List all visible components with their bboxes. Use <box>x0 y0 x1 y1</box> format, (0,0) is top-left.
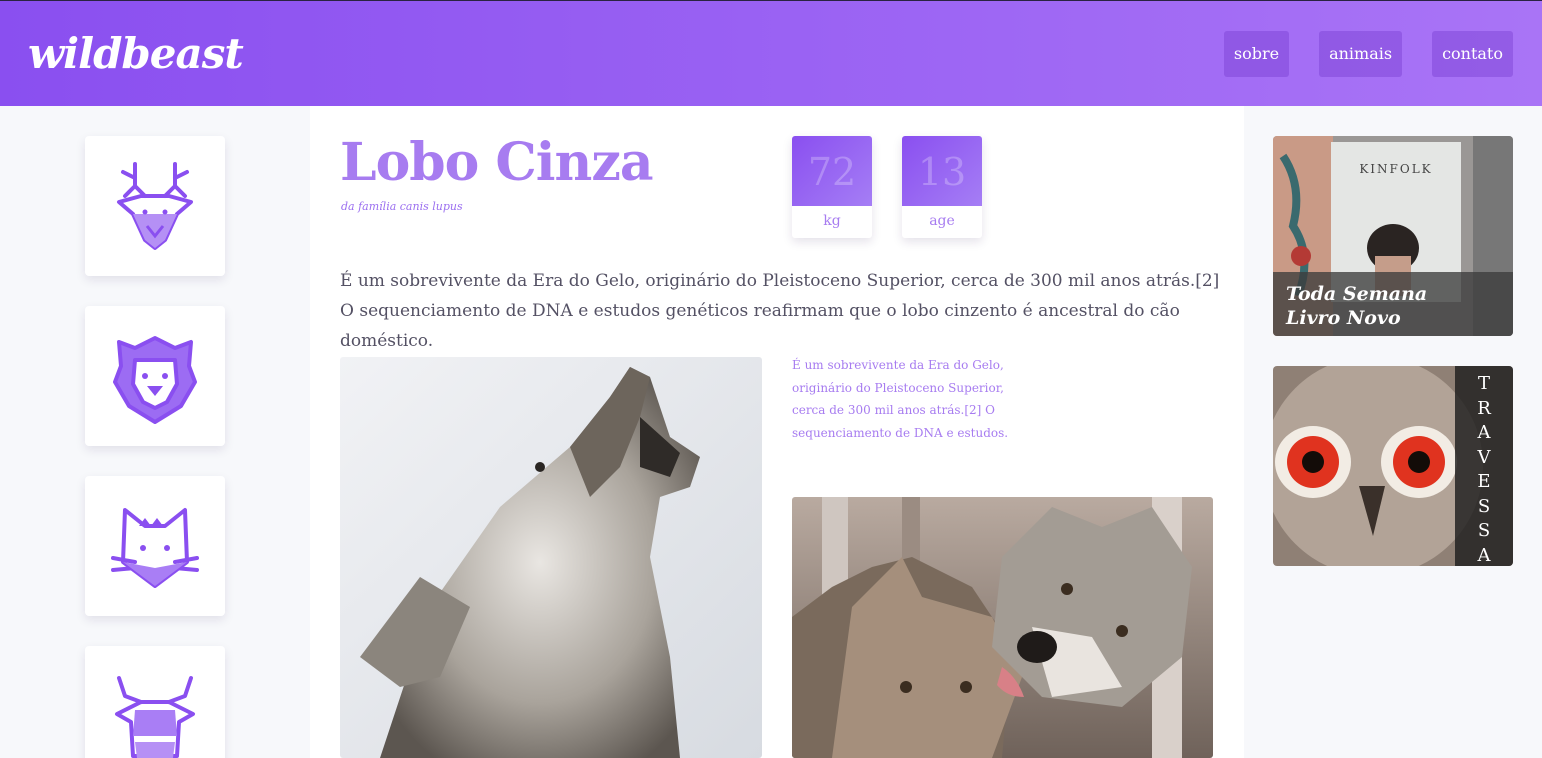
wolves-pair-photo <box>792 497 1213 758</box>
travessa-letter: A <box>1477 544 1491 566</box>
lion-icon <box>113 336 197 424</box>
stat-age-label: age <box>929 213 955 229</box>
animal-card-bull[interactable] <box>85 646 225 758</box>
animal-sidebar <box>0 106 310 758</box>
ad-travessa[interactable]: T R A V E S S A <box>1273 366 1513 566</box>
ads-sidebar: KINFOLK Toda Semana Livro Novo T R A V E… <box>1244 106 1542 758</box>
stat-age-value: 13 <box>902 136 982 206</box>
animal-description: É um sobrevivente da Era do Gelo, origin… <box>340 271 1220 351</box>
travessa-letter: V <box>1477 446 1491 468</box>
stat-age: 13 age <box>902 136 982 238</box>
travessa-letter: T <box>1477 373 1490 394</box>
ad-kinfolk-line2: Livro Novo <box>1286 307 1401 329</box>
stat-weight-value: 72 <box>792 136 872 206</box>
nav-contato[interactable]: contato <box>1432 31 1513 77</box>
ad-travessa-strip: T R A V E S S A <box>1455 366 1513 566</box>
travessa-letter: S <box>1477 495 1491 517</box>
bull-icon <box>115 676 195 758</box>
site-logo[interactable]: wildbeast <box>28 29 244 78</box>
photo-caption: É um sobrevivente da Era do Gelo, origin… <box>792 358 1009 440</box>
page-title: Lobo Cinza <box>340 132 654 193</box>
travessa-letter: S <box>1477 520 1491 541</box>
animal-card-deer[interactable] <box>85 136 225 276</box>
ad-kinfolk-overlay: Toda Semana Livro Novo <box>1273 272 1513 336</box>
stat-weight-label: kg <box>823 213 841 229</box>
travessa-letter: E <box>1477 471 1491 492</box>
animal-detail: Lobo Cinza da família canis lupus 72 kg … <box>310 106 1244 758</box>
site-header: wildbeast sobre animais contato <box>0 0 1542 106</box>
cat-icon <box>111 508 199 588</box>
nav-animais[interactable]: animais <box>1319 31 1403 77</box>
ad-kinfolk[interactable]: KINFOLK Toda Semana Livro Novo <box>1273 136 1513 336</box>
kinfolk-cover-title: KINFOLK <box>1359 162 1433 176</box>
travessa-letter: A <box>1477 422 1491 443</box>
main-nav: sobre animais contato <box>1223 31 1513 77</box>
stat-weight: 72 kg <box>792 136 872 238</box>
ad-kinfolk-line1: Toda Semana <box>1286 283 1428 305</box>
animal-card-cat[interactable] <box>85 476 225 616</box>
animal-card-lion[interactable] <box>85 306 225 446</box>
howling-wolf-photo <box>340 357 762 758</box>
deer-icon <box>117 162 193 250</box>
travessa-letter: R <box>1477 397 1491 419</box>
animal-family: da família canis lupus <box>341 200 463 213</box>
nav-sobre[interactable]: sobre <box>1223 31 1290 77</box>
